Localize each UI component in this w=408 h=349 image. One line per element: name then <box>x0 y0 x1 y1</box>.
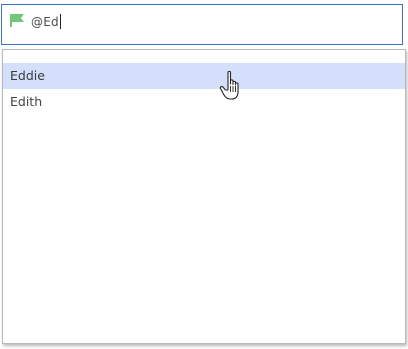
text-caret <box>59 14 61 29</box>
suggestion-label: Edith <box>10 94 43 109</box>
suggestion-item-eddie[interactable]: Eddie <box>3 63 405 89</box>
suggestion-list: Eddie Edith <box>3 63 405 115</box>
suggestion-label: Eddie <box>10 68 45 83</box>
input-text: @Ed <box>31 14 61 29</box>
mention-input[interactable]: @Ed <box>1 4 403 45</box>
flag-icon <box>10 14 24 27</box>
hand-pointer-icon <box>219 70 239 100</box>
mention-autocomplete: @Ed Eddie Edith <box>0 0 408 349</box>
suggestion-item-edith[interactable]: Edith <box>3 89 405 115</box>
suggestion-dropdown: Eddie Edith <box>2 49 406 344</box>
